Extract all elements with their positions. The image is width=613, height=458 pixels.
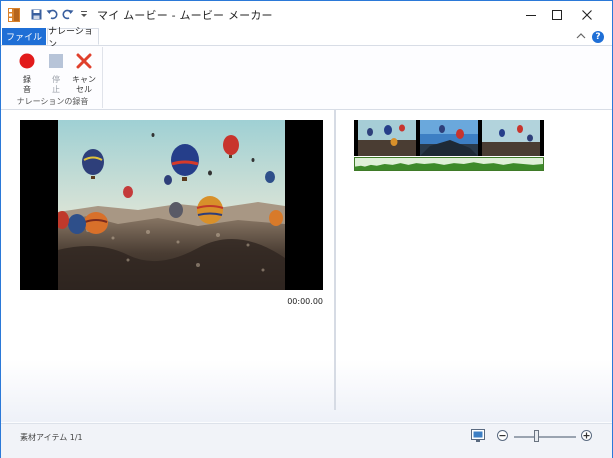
undo-icon[interactable] bbox=[45, 7, 59, 21]
stop-button[interactable]: 停 止 bbox=[42, 51, 70, 95]
help-icon[interactable]: ? bbox=[592, 31, 604, 43]
clip-thumbnails bbox=[354, 120, 544, 156]
ribbon: 録 音 停 止 キャン セル ナレーションの録音 bbox=[1, 46, 612, 110]
maximize-icon bbox=[552, 9, 562, 20]
cancel-label-2: セル bbox=[76, 85, 92, 94]
movie-maker-app-icon[interactable] bbox=[8, 8, 20, 22]
clip-thumbnail bbox=[358, 120, 416, 156]
stop-label-2: 止 bbox=[52, 85, 60, 94]
record-label-1: 録 bbox=[23, 75, 31, 84]
record-icon bbox=[19, 53, 35, 69]
cancel-label-1: キャン bbox=[72, 75, 96, 84]
pane-splitter[interactable] bbox=[334, 110, 336, 410]
window-title: マイ ムービー - ムービー メーカー bbox=[97, 9, 273, 22]
minimize-icon bbox=[526, 14, 536, 16]
redo-icon[interactable] bbox=[61, 7, 75, 21]
tab-narration[interactable]: ナレーション bbox=[47, 27, 99, 50]
status-bar: 素材アイテム 1/1 bbox=[1, 423, 612, 458]
quick-access-toolbar bbox=[29, 7, 91, 21]
zoom-slider-thumb[interactable] bbox=[533, 430, 539, 442]
narration-audio-waveform bbox=[354, 157, 544, 171]
preview-size-icon[interactable] bbox=[471, 429, 485, 442]
storyboard-clip[interactable] bbox=[354, 120, 544, 172]
group-label: ナレーションの録音 bbox=[16, 97, 89, 106]
preview-monitor[interactable] bbox=[20, 120, 323, 290]
narration-record-group: 録 音 停 止 キャン セル ナレーションの録音 bbox=[3, 47, 103, 108]
stop-icon bbox=[49, 54, 63, 68]
cancel-button[interactable]: キャン セル bbox=[70, 51, 98, 95]
record-label-2: 音 bbox=[23, 85, 31, 94]
close-button[interactable] bbox=[572, 1, 602, 28]
item-count-status: 素材アイテム 1/1 bbox=[20, 433, 83, 442]
zoom-out-icon[interactable] bbox=[497, 430, 508, 441]
ribbon-tabs: ファイル ナレーション ? bbox=[1, 27, 612, 50]
save-icon[interactable] bbox=[29, 7, 43, 21]
zoom-slider-track[interactable] bbox=[514, 436, 576, 438]
preview-frame-image bbox=[58, 120, 285, 290]
customize-qat-icon[interactable] bbox=[77, 7, 91, 21]
zoom-in-icon[interactable] bbox=[581, 430, 592, 441]
tab-file[interactable]: ファイル bbox=[2, 28, 46, 45]
stop-label-1: 停 bbox=[52, 75, 60, 84]
maximize-button[interactable] bbox=[542, 1, 572, 28]
collapse-ribbon-icon[interactable] bbox=[576, 31, 586, 41]
close-icon bbox=[582, 9, 592, 20]
main-area: 00:00.00 bbox=[1, 110, 612, 422]
app-window: マイ ムービー - ムービー メーカー ファイル ナレーション ? 録 音 停 bbox=[0, 0, 613, 458]
preview-timecode: 00:00.00 bbox=[287, 297, 323, 306]
record-button[interactable]: 録 音 bbox=[13, 51, 41, 95]
clip-thumbnail bbox=[420, 120, 478, 156]
cancel-icon bbox=[76, 53, 92, 69]
clip-thumbnail bbox=[482, 120, 540, 156]
